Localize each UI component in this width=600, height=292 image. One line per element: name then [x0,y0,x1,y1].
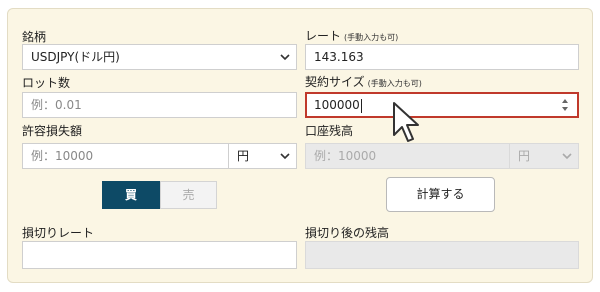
symbol-select[interactable]: USDJPY(ドル円) [22,44,297,70]
lot-label: ロット数 [22,76,71,90]
buy-button[interactable]: 買 [102,181,160,209]
rate-input-value: 143.163 [314,50,364,64]
contract-size-label: 契約サイズ (手動入力も可) [305,75,422,89]
sell-button[interactable]: 売 [160,181,217,209]
text-caret [360,98,362,113]
balance-currency-select[interactable]: 円 [509,143,579,169]
balance-placeholder: 例：10000 [314,149,377,163]
stop-rate-label: 損切りレート [22,226,95,240]
loss-currency-select[interactable]: 円 [228,143,297,169]
chevron-down-icon [280,153,290,160]
balance-after-label: 損切り後の残高 [305,226,390,240]
balance-label: 口座残高 [305,124,354,138]
lot-input-placeholder: 例：0.01 [31,98,82,112]
loss-currency-value: 円 [237,149,250,163]
stop-rate-output [22,241,297,269]
loss-amount-input[interactable]: 例：10000 [22,143,229,169]
rate-input[interactable]: 143.163 [305,44,579,70]
balance-currency-value: 円 [518,149,531,163]
symbol-label: 銘柄 [22,30,47,44]
mouse-cursor-icon [393,102,419,142]
rate-label: レート (手動入力も可) [305,29,399,43]
symbol-select-value: USDJPY(ドル円) [31,50,120,64]
loss-amount-placeholder: 例：10000 [31,149,94,163]
calculate-button[interactable]: 計算する [386,177,495,212]
loss-amount-label: 許容損失額 [22,124,83,138]
chevron-down-icon [280,54,290,61]
contract-size-input-value: 100000 [314,98,360,112]
balance-input[interactable]: 例：10000 [305,143,510,169]
balance-after-output [305,241,579,269]
spinner-icon[interactable] [561,96,569,114]
lot-input[interactable]: 例：0.01 [22,92,297,118]
chevron-down-icon [562,153,572,160]
contract-size-input[interactable]: 100000 [305,92,579,118]
